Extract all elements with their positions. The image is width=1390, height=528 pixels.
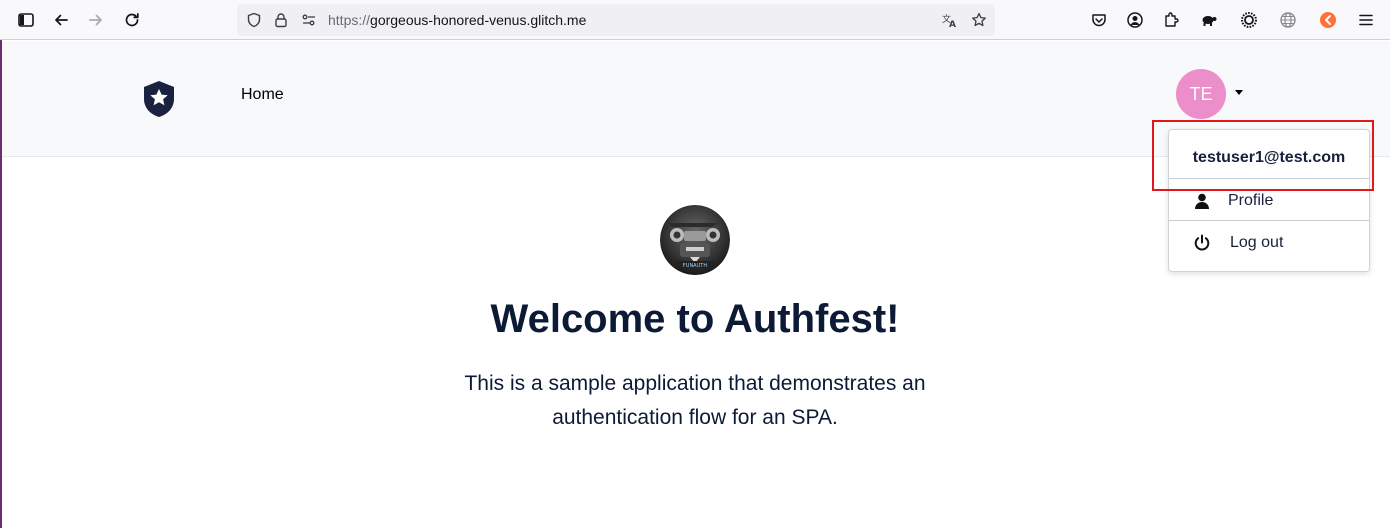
logout-menu-item[interactable]: Log out xyxy=(1169,222,1369,262)
caret-down-icon[interactable] xyxy=(1235,90,1243,95)
globe-icon[interactable] xyxy=(1276,8,1300,32)
avatar[interactable]: TE xyxy=(1176,69,1226,119)
nav-home-link[interactable]: Home xyxy=(241,85,284,105)
sun-icon[interactable] xyxy=(1237,8,1261,32)
power-icon xyxy=(1193,234,1211,252)
svg-text:A: A xyxy=(949,20,956,28)
svg-text:FUNAUTH: FUNAUTH xyxy=(683,263,707,269)
browser-toolbar: https://gorgeous-honored-venus.glitch.me… xyxy=(0,0,1390,40)
dropdown-divider xyxy=(1169,220,1369,221)
star-icon[interactable] xyxy=(970,11,988,29)
logo-icon[interactable] xyxy=(140,79,178,119)
url-bar[interactable]: https://gorgeous-honored-venus.glitch.me… xyxy=(237,4,995,36)
avatar-initials: TE xyxy=(1189,83,1213,104)
url-scheme: https:// xyxy=(328,12,371,28)
pocket-icon[interactable] xyxy=(1087,8,1111,32)
back-arrow-icon[interactable] xyxy=(49,8,73,32)
orange-extension-icon[interactable] xyxy=(1316,8,1340,32)
user-icon xyxy=(1193,192,1211,210)
hero-title: Welcome to Authfest! xyxy=(490,297,900,341)
lock-icon[interactable] xyxy=(272,11,290,29)
hero-logo-image: FUNAUTH xyxy=(660,205,730,275)
permissions-icon[interactable] xyxy=(300,11,318,29)
logout-label: Log out xyxy=(1230,234,1284,251)
menu-icon[interactable] xyxy=(1354,8,1378,32)
url-host: gorgeous-honored-venus.glitch.me xyxy=(370,12,587,28)
account-icon[interactable] xyxy=(1123,8,1147,32)
shield-icon[interactable] xyxy=(245,11,263,29)
url-text[interactable]: https://gorgeous-honored-venus.glitch.me xyxy=(328,12,586,28)
reload-icon[interactable] xyxy=(120,8,144,32)
hero-lead-text: This is a sample application that demons… xyxy=(464,372,926,429)
extensions-icon[interactable] xyxy=(1159,8,1183,32)
sidebar-icon[interactable] xyxy=(14,8,38,32)
forward-arrow-icon[interactable] xyxy=(84,8,108,32)
profile-label: Profile xyxy=(1228,192,1274,209)
tortoise-icon[interactable] xyxy=(1197,8,1221,32)
translate-icon[interactable]: 文A xyxy=(941,11,959,29)
highlight-box xyxy=(1152,120,1374,191)
